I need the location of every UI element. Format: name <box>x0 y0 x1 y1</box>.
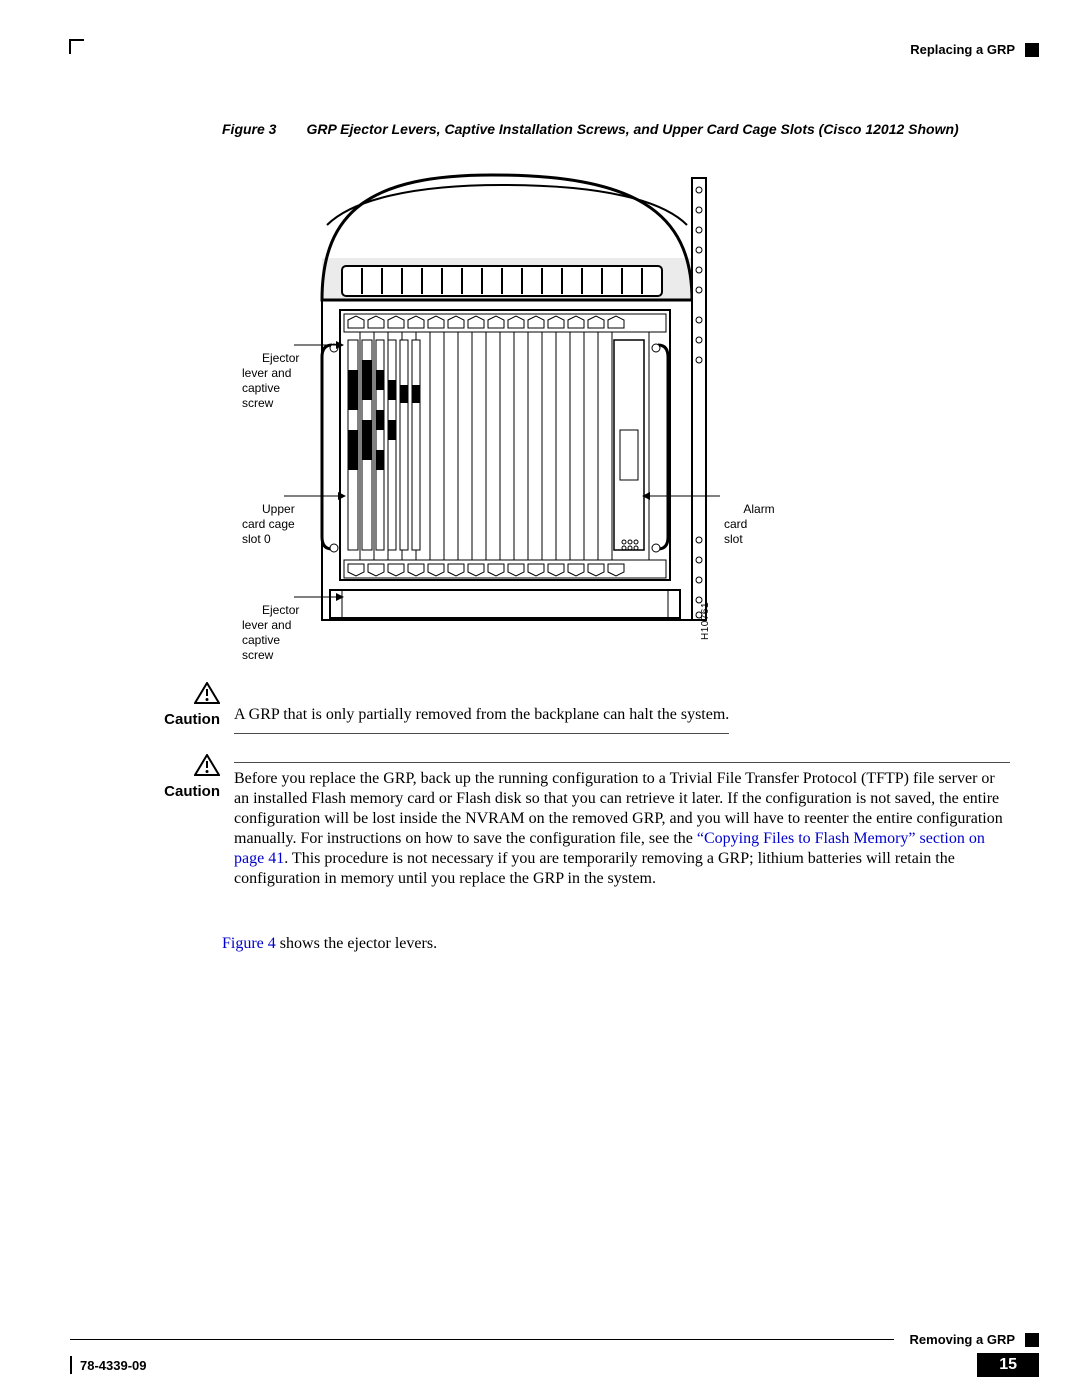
caution-text-after: . This procedure is not necessary if you… <box>234 850 955 887</box>
callout-alarm: Alarm card slot <box>724 502 775 546</box>
callout-ejector-top: Ejector lever and captive screw <box>242 351 299 410</box>
drawing-id: H10761 <box>700 602 711 640</box>
figure-ref-link[interactable]: Figure 4 <box>222 935 276 952</box>
vbar-icon <box>70 1356 72 1374</box>
figure-caption: Figure 3 GRP Ejector Levers, Captive Ins… <box>222 121 1000 139</box>
caution-label: Caution <box>164 783 220 800</box>
doc-number: 78-4339-09 <box>80 1358 147 1373</box>
crop-mark <box>69 39 84 54</box>
page-number: 15 <box>977 1353 1039 1377</box>
body-text: shows the ejector levers. <box>276 935 437 952</box>
figure-diagram: Ejector lever and captive screw Upper ca… <box>222 170 992 670</box>
arrow-icon <box>294 340 344 350</box>
caution-icon <box>194 754 220 781</box>
callout-ejector-bottom: Ejector lever and captive screw <box>242 603 299 662</box>
rule <box>70 1339 894 1340</box>
rule <box>234 733 729 734</box>
footer-square-icon <box>1025 1333 1039 1347</box>
caution-icon <box>194 682 220 709</box>
rule <box>234 762 1010 763</box>
caution-text: A GRP that is only partially removed fro… <box>234 706 729 723</box>
figure-title: GRP Ejector Levers, Captive Installation… <box>306 121 958 139</box>
caution-label: Caution <box>164 711 220 728</box>
header-square-icon <box>1025 43 1039 57</box>
arrow-icon <box>642 491 720 501</box>
footer-section: Removing a GRP <box>910 1332 1015 1347</box>
header-section: Replacing a GRP <box>910 42 1015 57</box>
figure-label: Figure 3 <box>222 121 276 139</box>
chassis-illustration <box>312 170 732 645</box>
callout-upper-slot: Upper card cage slot 0 <box>242 502 295 546</box>
arrow-icon <box>284 491 346 501</box>
arrow-icon <box>294 592 344 602</box>
